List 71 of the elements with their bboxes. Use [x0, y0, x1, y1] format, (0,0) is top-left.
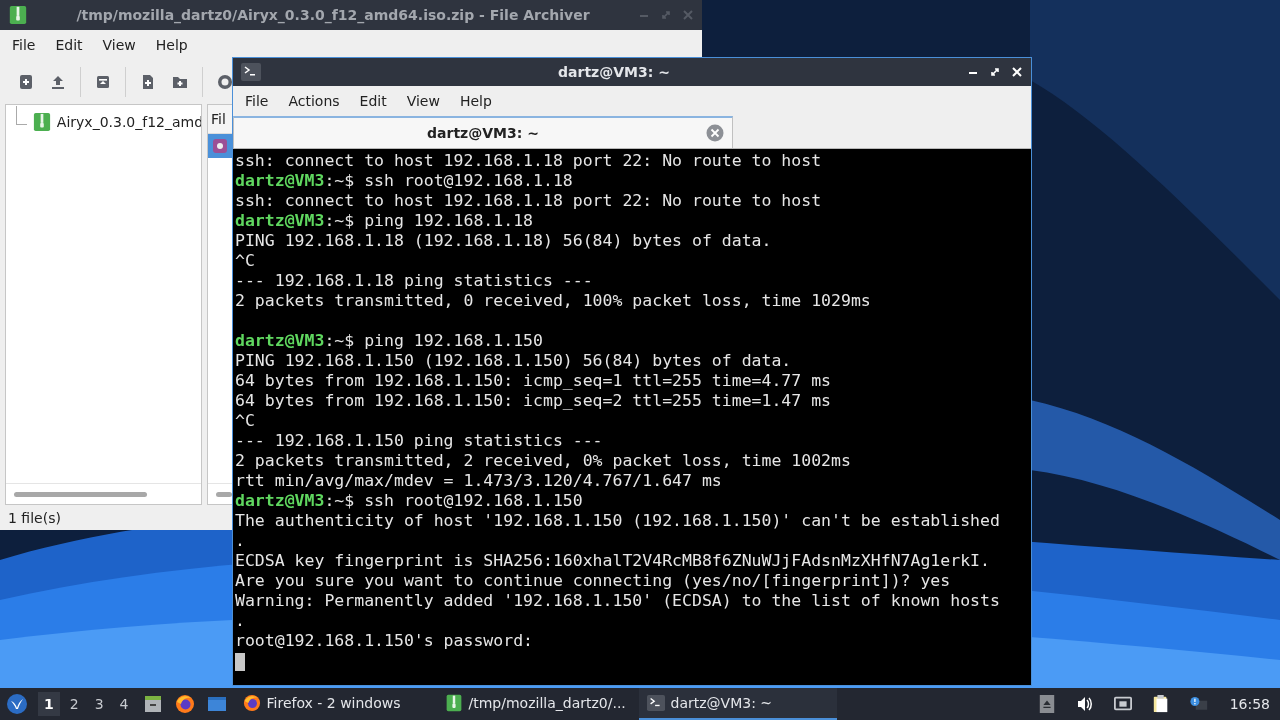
- terminal-line: PING 192.168.1.150 (192.168.1.150) 56(84) bytes of data.: [235, 351, 793, 371]
- menu-item[interactable]: Edit: [47, 34, 91, 56]
- file-cabinet-icon[interactable]: [142, 694, 163, 714]
- terminal-line: dartz@VM3:~$ ssh root@192.168.1.18: [235, 171, 574, 191]
- terminal-line: dartz@VM3:~$ ping 192.168.1.18: [235, 211, 535, 231]
- window-title: /tmp/mozilla_dartz0/Airyx_0.3.0_f12_amd64.iso.zip - File Archiver: [75, 7, 591, 23]
- menu-item[interactable]: View: [398, 89, 448, 112]
- terminal-line: ^C: [235, 251, 256, 271]
- disc-icon[interactable]: [217, 74, 233, 90]
- workspace-button[interactable]: 3: [88, 692, 110, 716]
- menu-item[interactable]: Help: [147, 34, 196, 56]
- window-title: dartz@VM3: ~: [557, 64, 671, 80]
- terminal-line: root@192.168.1.150's password:: [235, 631, 534, 651]
- menu-item[interactable]: Actions: [280, 89, 348, 112]
- terminal-line: .: [235, 531, 246, 551]
- column-header[interactable]: Fil: [208, 105, 232, 134]
- selected-row[interactable]: [208, 134, 232, 158]
- add-folder-icon[interactable]: [172, 74, 188, 90]
- terminal-line: rtt min/avg/max/mdev = 1.473/3.120/4.767/1.647 ms: [235, 471, 723, 491]
- terminal-line: ssh: connect to host 192.168.1.18 port 22: No route to host: [235, 151, 823, 171]
- terminal-line: The authenticity of host '192.168.1.150 (192.168.1.150)' can't be established: [235, 511, 1001, 531]
- notification-icon[interactable]: [1189, 695, 1208, 713]
- maximize-icon[interactable]: [989, 66, 1001, 78]
- terminal-line: ^C: [235, 411, 256, 431]
- terminal-line: --- 192.168.1.18 ping statistics ---: [235, 271, 594, 291]
- terminal-line: 2 packets transmitted, 0 received, 100% packet loss, time 1029ms: [235, 291, 872, 311]
- new-archive-icon[interactable]: [18, 74, 34, 90]
- archive-icon[interactable]: [95, 74, 111, 90]
- menu-item[interactable]: File: [4, 34, 44, 56]
- scrollbar-thumb[interactable]: [216, 491, 232, 497]
- firefox-icon[interactable]: [174, 694, 195, 714]
- terminal-line: PING 192.168.1.18 (192.168.1.18) 56(84) bytes of data.: [235, 231, 773, 251]
- volume-icon[interactable]: [1075, 695, 1094, 713]
- firefox-icon: [242, 694, 261, 712]
- terminal-icon: [241, 62, 261, 82]
- terminal-line: ECDSA key fingerprint is SHA256:160xhalT2V4RcMB8f6ZNuWJjFAdsnMzXHfN7Ag1erkI.: [235, 551, 991, 571]
- taskbar-button[interactable]: Firefox - 2 windows: [234, 688, 433, 720]
- terminal-tab[interactable]: dartz@VM3: ~: [233, 116, 733, 148]
- workspace-button[interactable]: 1: [38, 692, 60, 716]
- terminal-line: ssh: connect to host 192.168.1.18 port 22: No route to host: [235, 191, 823, 211]
- text-cursor: [235, 652, 245, 671]
- terminal-line: .: [235, 611, 246, 631]
- upload-icon[interactable]: [50, 74, 66, 90]
- terminal-line: 64 bytes from 192.168.1.150: icmp_seq=1 ttl=255 time=4.77 ms: [235, 371, 833, 391]
- terminal-line: 2 packets transmitted, 2 received, 0% packet loss, time 1002ms: [235, 451, 852, 471]
- menu-item[interactable]: View: [94, 34, 144, 56]
- zip-icon: [32, 112, 51, 132]
- clock[interactable]: 16:58: [1229, 696, 1270, 712]
- workspace-button[interactable]: 2: [63, 692, 85, 716]
- eject-icon[interactable]: [1037, 695, 1056, 713]
- workspace-button[interactable]: 4: [113, 692, 135, 716]
- status-text: 1 file(s): [8, 509, 61, 526]
- terminal-line: Warning: Permanently added '192.168.1.150' (ECDSA) to the list of known hosts: [235, 591, 1001, 611]
- menu-item[interactable]: Help: [451, 89, 500, 112]
- terminal-line: 64 bytes from 192.168.1.150: icmp_seq=2 ttl=255 time=1.47 ms: [235, 391, 833, 411]
- terminal-icon: [646, 694, 665, 712]
- menu-item[interactable]: Edit: [351, 89, 395, 112]
- tree-item[interactable]: Airyx_0.3.0_f12_amd: [56, 114, 201, 130]
- zip-icon: [8, 5, 28, 25]
- add-file-icon[interactable]: [140, 74, 156, 90]
- window-icon[interactable]: [206, 694, 227, 714]
- menu-item[interactable]: File: [237, 89, 277, 112]
- terminal-line: dartz@VM3:~$ ssh root@192.168.1.150: [235, 491, 584, 511]
- zip-icon: [444, 694, 463, 712]
- clipboard-icon[interactable]: [1151, 695, 1170, 713]
- scrollbar-thumb[interactable]: [14, 491, 147, 497]
- terminal-line: Are you sure you want to continue connecting (yes/no/[fingerprint])? yes: [235, 571, 952, 591]
- taskbar-button[interactable]: /tmp/mozilla_dartz0/...: [436, 688, 635, 720]
- terminal-line: dartz@VM3:~$ ping 192.168.1.150: [235, 331, 544, 351]
- taskbar-button[interactable]: dartz@VM3: ~: [638, 688, 837, 720]
- terminal-line: --- 192.168.1.150 ping statistics ---: [235, 431, 604, 451]
